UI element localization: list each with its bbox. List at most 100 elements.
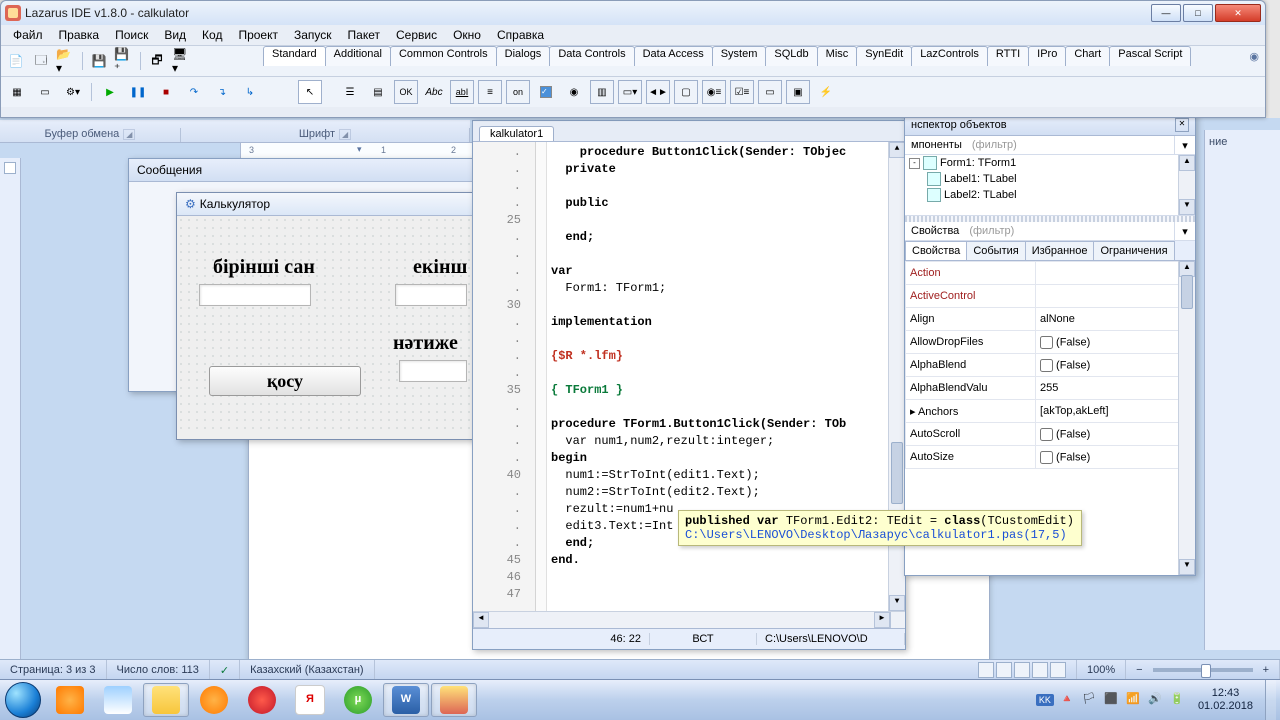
prop-row-AutoSize[interactable]: AutoSize(False) — [906, 446, 1195, 469]
source-editor-window[interactable]: kalkulator1 . . . . 25 . . . . 30 . . . … — [472, 120, 906, 650]
tbutton-component[interactable]: OK — [394, 80, 418, 104]
zoom-level[interactable]: 100% — [1077, 660, 1126, 680]
scroll-up-arrow[interactable]: ▲ — [889, 142, 905, 158]
menu-Вид[interactable]: Вид — [156, 26, 194, 44]
stop-button[interactable]: ■ — [154, 80, 178, 104]
tab-events[interactable]: События — [966, 241, 1025, 260]
zoom-slider[interactable]: − + — [1126, 660, 1280, 680]
view-units-button[interactable]: ▦ — [5, 80, 29, 104]
menu-Окно[interactable]: Окно — [445, 26, 489, 44]
menu-Пакет[interactable]: Пакет — [340, 26, 388, 44]
taskbar-paint[interactable] — [95, 683, 141, 717]
source-hscrollbar[interactable]: ◄ ► — [473, 611, 905, 628]
ttogglebox-component[interactable]: on — [506, 80, 530, 104]
prop-row-AlphaBlend[interactable]: AlphaBlend(False) — [906, 354, 1195, 377]
menu-Код[interactable]: Код — [194, 26, 230, 44]
edit2-field[interactable] — [395, 284, 467, 306]
print-layout-view[interactable] — [978, 662, 994, 678]
propgrid-scrollbar[interactable]: ▲ ▼ — [1178, 261, 1195, 575]
tab-favorites[interactable]: Избранное — [1025, 241, 1095, 260]
taskbar-opera[interactable] — [239, 683, 285, 717]
battery-icon[interactable]: 🔋 — [1170, 692, 1186, 708]
palette-tab-misc[interactable]: Misc — [817, 46, 858, 66]
menu-Правка[interactable]: Правка — [51, 26, 108, 44]
toggle-form-unit-button[interactable]: 🗗 — [146, 50, 168, 72]
palette-tab-synedit[interactable]: SynEdit — [856, 46, 912, 66]
funnel-icon[interactable]: ▾ — [1174, 136, 1195, 154]
palette-tab-common-controls[interactable]: Common Controls — [390, 46, 497, 66]
source-tab-kalkulator1[interactable]: kalkulator1 — [479, 126, 554, 141]
tframe-component[interactable]: ▣ — [786, 80, 810, 104]
tab-restrictions[interactable]: Ограничения — [1093, 241, 1174, 260]
label3-clipped[interactable]: нәтиже — [393, 332, 458, 355]
palette-tab-dialogs[interactable]: Dialogs — [496, 46, 551, 66]
tree-scrollbar[interactable]: ▲▼ — [1178, 155, 1195, 215]
tradiobutton-component[interactable]: ◉ — [562, 80, 586, 104]
menu-Проект[interactable]: Проект — [230, 26, 286, 44]
taskbar-yandex[interactable]: Я — [287, 683, 333, 717]
taskbar-explorer[interactable] — [143, 683, 189, 717]
close-button[interactable]: ✕ — [1215, 4, 1261, 22]
save-all-button[interactable]: 💾⁺ — [113, 50, 135, 72]
taskbar-utorrent[interactable]: μ — [335, 683, 381, 717]
menu-Справка[interactable]: Справка — [489, 26, 552, 44]
tree-row-label2[interactable]: Label2: TLabel — [905, 187, 1195, 203]
palette-tab-chart[interactable]: Chart — [1065, 46, 1110, 66]
pause-button[interactable]: ❚❚ — [126, 80, 150, 104]
component-tree[interactable]: -Form1: TForm1 Label1: TLabel Label2: TL… — [905, 155, 1195, 216]
fold-column[interactable] — [536, 142, 547, 611]
outline-view[interactable] — [1032, 662, 1048, 678]
form-designer-window[interactable]: ⚙ Калькулятор бірінші сан екінш нәтиже қ… — [176, 192, 478, 440]
edit3-field[interactable] — [399, 360, 467, 382]
prop-row-ActiveControl[interactable]: ActiveControl — [906, 285, 1195, 308]
palette-tab-additional[interactable]: Additional — [325, 46, 391, 66]
run-button[interactable]: ▶ — [98, 80, 122, 104]
tcheckgroup-component[interactable]: ☑≡ — [730, 80, 754, 104]
spellcheck-indicator[interactable]: ✓ — [210, 660, 240, 680]
tradiogroup-component[interactable]: ◉≡ — [702, 80, 726, 104]
label1[interactable]: бірінші сан — [213, 256, 315, 279]
start-button[interactable] — [0, 680, 46, 720]
tmemo-component[interactable]: ≡ — [478, 80, 502, 104]
taskbar-app-1[interactable] — [47, 683, 93, 717]
scroll-thumb[interactable] — [891, 442, 903, 504]
tactionlist-component[interactable]: ⚡ — [814, 80, 838, 104]
palette-tab-rtti[interactable]: RTTI — [987, 46, 1029, 66]
maximize-button[interactable]: □ — [1183, 4, 1213, 22]
prop-row-Action[interactable]: Action — [906, 262, 1195, 285]
minimize-button[interactable]: — — [1151, 4, 1181, 22]
taskbar-word[interactable]: W — [383, 683, 429, 717]
tcheckbox-component[interactable]: ✓ — [534, 80, 558, 104]
tray-icon[interactable]: ⬛ — [1104, 692, 1120, 708]
taskbar-lazarus[interactable] — [431, 683, 477, 717]
new-form-button[interactable]: 🗔 — [30, 50, 52, 72]
fullscreen-reading-view[interactable] — [996, 662, 1012, 678]
scroll-thumb[interactable] — [1181, 275, 1193, 309]
palette-tab-system[interactable]: System — [712, 46, 767, 66]
word-count[interactable]: Число слов: 113 — [107, 660, 210, 680]
menu-Файл[interactable]: Файл — [5, 26, 51, 44]
scroll-down-arrow[interactable]: ▼ — [889, 595, 905, 611]
clock[interactable]: 12:4301.02.2018 — [1192, 687, 1259, 713]
tree-row-form1[interactable]: -Form1: TForm1 — [905, 155, 1195, 171]
tray-icon[interactable]: 🔺 — [1060, 692, 1076, 708]
tlabel-component[interactable]: Abc — [422, 80, 446, 104]
components-filter[interactable]: (фильтр) — [968, 137, 1174, 153]
palette-tab-lazcontrols[interactable]: LazControls — [911, 46, 988, 66]
funnel-icon[interactable]: ▾ — [1174, 222, 1195, 240]
prop-row-AlphaBlendValu[interactable]: AlphaBlendValu255 — [906, 377, 1195, 400]
step-into-button[interactable]: ↴ — [210, 80, 234, 104]
show-desktop-button[interactable] — [1265, 680, 1276, 720]
palette-tab-standard[interactable]: Standard — [263, 46, 326, 66]
save-button[interactable]: 💾 — [88, 50, 110, 72]
zoom-in-button[interactable]: + — [1263, 664, 1269, 676]
edit1-field[interactable] — [199, 284, 311, 306]
tedit-component[interactable]: abI — [450, 80, 474, 104]
zoom-out-button[interactable]: − — [1136, 664, 1142, 676]
language-indicator[interactable]: Казахский (Казахстан) — [240, 660, 374, 680]
tpopupmenu-component[interactable]: ▤ — [366, 80, 390, 104]
tgroupbox-component[interactable]: ▢ — [674, 80, 698, 104]
view-units-button[interactable]: 🖥▾ — [171, 50, 193, 72]
tlistbox-component[interactable]: ▥ — [590, 80, 614, 104]
tmainmenu-component[interactable]: ☰ — [338, 80, 362, 104]
